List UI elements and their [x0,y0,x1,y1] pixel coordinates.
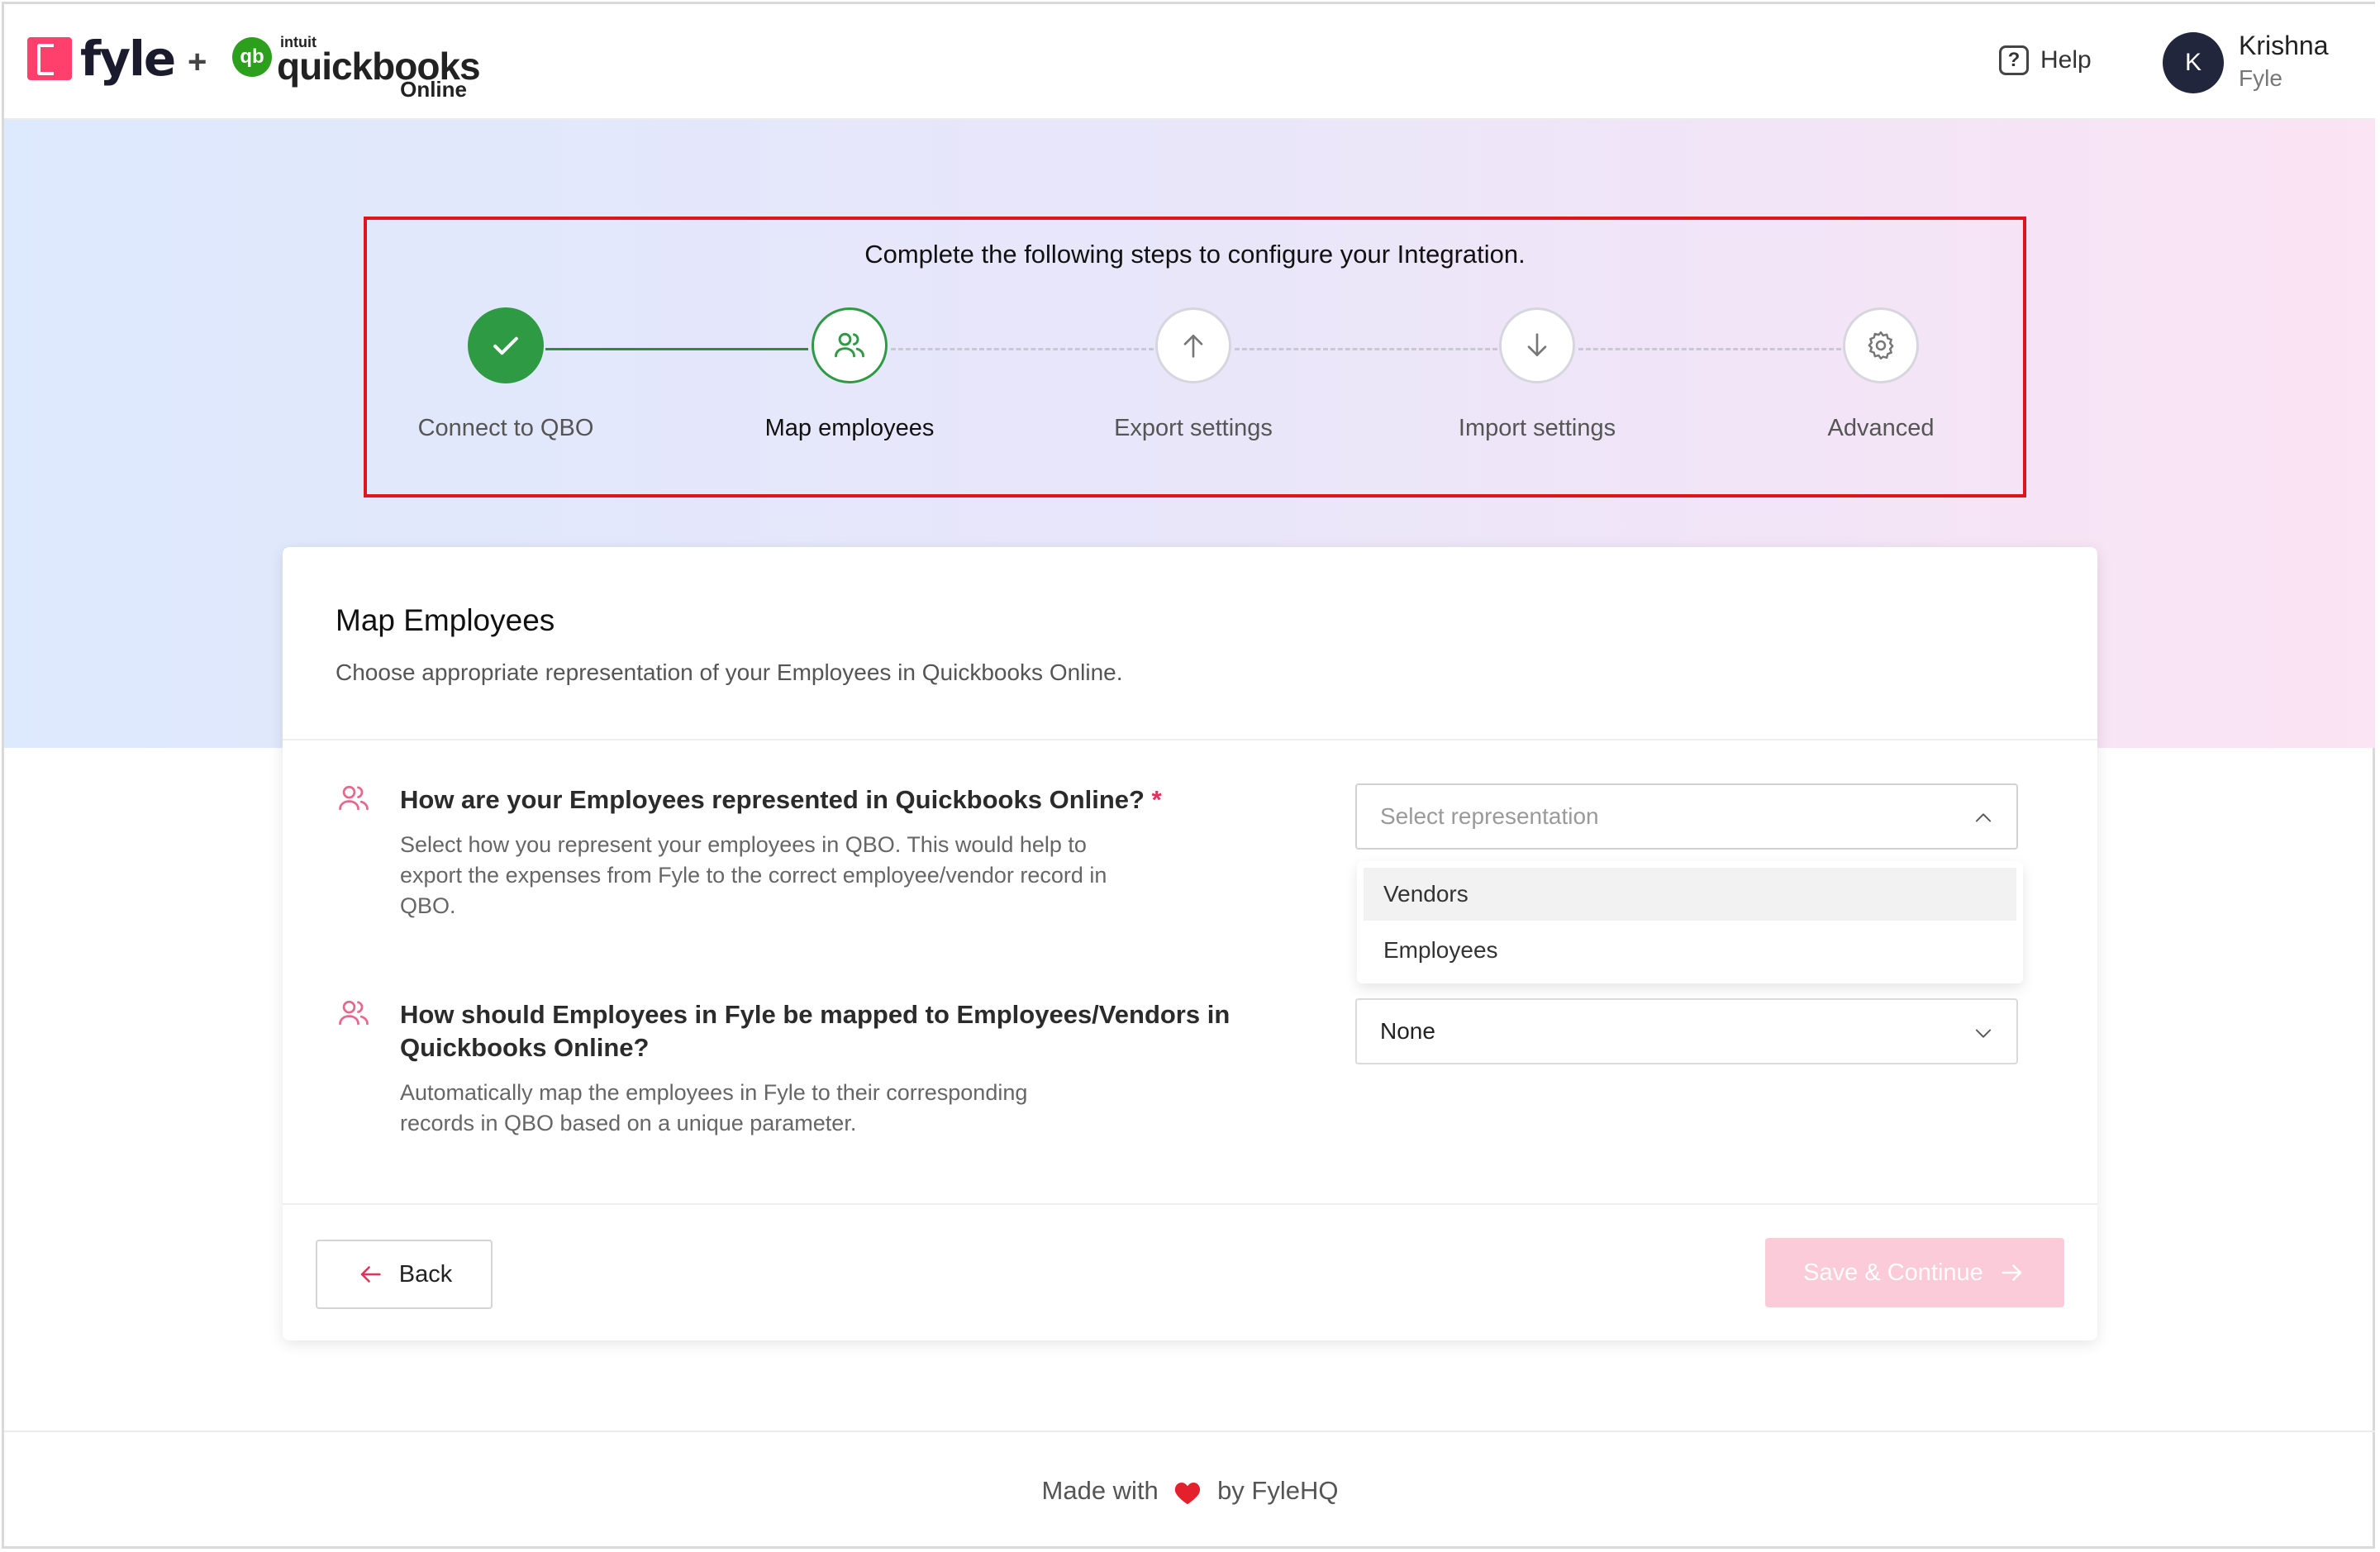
arrow-right-icon [2002,1264,2022,1281]
fyle-logo-text: fyle [80,31,176,87]
required-mark: * [1151,785,1162,814]
save-label: Save & Continue [1803,1259,1983,1286]
chevron-up-icon [1975,813,1992,822]
auto-map-select[interactable]: None [1355,998,2018,1064]
arrow-down-icon [1527,333,1547,356]
chevron-down-icon [1975,1029,1992,1038]
users-icon [339,1000,369,1026]
user-org: Fyle [2239,65,2282,91]
option-vendors[interactable]: Vendors [1364,868,2016,921]
footer-text-before: Made with [1041,1476,1159,1505]
help-button[interactable]: ? Help [1999,45,2092,75]
arrow-up-icon [1183,335,1203,358]
map-employees-card: Map Employees Choose appropriate represe… [283,547,2097,1340]
step-connector-done [545,348,808,350]
back-button[interactable]: Back [316,1240,493,1309]
online-text: Online [400,77,467,102]
representation-select[interactable]: Select representation [1355,783,2018,850]
option-employees[interactable]: Employees [1364,924,2016,977]
footer: Made with by FyleHQ [0,1476,2380,1506]
q1-desc-line: QBO. [400,893,456,918]
avatar[interactable]: K [2163,32,2224,93]
step-label: Advanced [1827,415,1935,441]
fyle-logo: fyle [27,31,176,87]
representation-placeholder: Select representation [1380,803,1599,829]
help-label: Help [2040,46,2092,74]
arrow-left-icon [360,1266,381,1283]
save-continue-button[interactable]: Save & Continue [1765,1238,2064,1307]
footer-divider [4,1431,2375,1432]
step-label: Import settings [1458,415,1616,441]
back-label: Back [398,1260,453,1288]
fyle-logo-icon [27,37,72,80]
q1-title: How are your Employees represented in Qu… [400,783,1162,816]
step-connector [1578,348,1841,350]
divider [283,1203,2097,1205]
heart-icon [1175,1482,1201,1504]
step-connect-qbo[interactable] [468,307,544,383]
q2-title: How should Employees in Fyle be mapped t… [400,998,1230,1064]
users-icon [339,785,369,811]
q2-title-line: How should Employees in Fyle be mapped t… [400,1000,1230,1029]
step-import-settings[interactable] [1499,307,1575,383]
help-icon: ? [1999,45,2029,75]
check-icon [493,336,518,355]
divider [283,739,2097,740]
footer-text-after: by FyleHQ [1217,1476,1339,1505]
gear-icon [1868,331,1894,360]
step-connector [1235,348,1497,350]
q2-desc-line: Automatically map the employees in Fyle … [400,1080,1028,1105]
stepper-title: Complete the following steps to configur… [864,240,1526,269]
users-icon [835,332,864,358]
plus-sign: + [188,44,207,80]
q1-description: Select how you represent your employees … [400,830,1107,921]
step-connector [891,348,1154,350]
quickbooks-logo-icon: qb [232,37,272,77]
step-label: Connect to QBO [417,415,594,441]
card-subtitle: Choose appropriate representation of you… [336,659,1123,685]
step-advanced[interactable] [1843,307,1919,383]
representation-dropdown: Vendors Employees [1357,861,2023,983]
q1-title-text: How are your Employees represented in Qu… [400,785,1145,814]
q2-title-line: Quickbooks Online? [400,1033,650,1062]
step-label: Map employees [764,415,935,441]
top-header: fyle + qb intuit quickbooks Online ? Hel… [4,4,2375,120]
user-name: Krishna [2239,31,2329,60]
q1-desc-line: Select how you represent your employees … [400,832,1087,857]
card-title: Map Employees [336,603,555,637]
auto-map-value: None [1380,1018,1435,1044]
stepper-highlight-box: Complete the following steps to configur… [364,217,2026,497]
q2-description: Automatically map the employees in Fyle … [400,1078,1027,1139]
quickbooks-logo: qb intuit quickbooks Online [232,34,481,103]
step-label: Export settings [1114,415,1273,441]
q1-desc-line: export the expenses from Fyle to the cor… [400,863,1107,888]
step-export-settings[interactable] [1155,307,1231,383]
q2-desc-line: records in QBO based on a unique paramet… [400,1111,857,1135]
step-map-employees[interactable] [812,307,888,383]
